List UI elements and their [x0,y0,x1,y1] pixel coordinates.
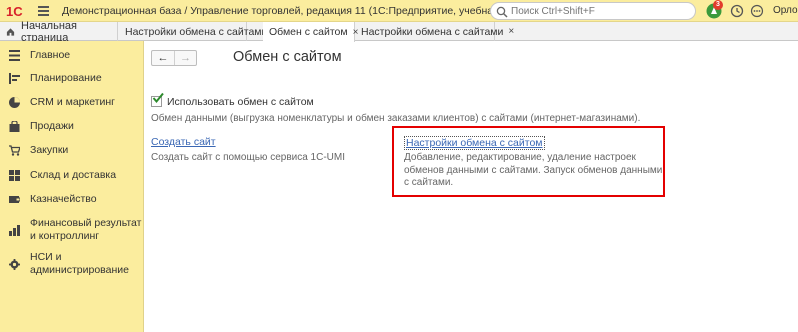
gear-icon [9,259,20,270]
main-menu-icon[interactable] [38,6,49,16]
tab-label: Обмен с сайтом [269,26,348,38]
tabs-bar: Начальная страница Настройки обмена с са… [0,19,798,44]
checkmark-icon [152,92,164,104]
navigation-buttons: ← → [151,50,197,66]
more-menu-icon[interactable] [750,4,764,18]
tab-site-exchange[interactable]: Обмен с сайтом × [263,22,358,42]
search-icon [496,6,508,18]
create-site-link[interactable]: Создать сайт [151,136,216,148]
tab-label: Настройки обмена с сайтами [361,25,504,38]
tab-exchange-settings-2[interactable]: Настройки обмена с сайтами × [355,22,514,41]
notification-count-badge: 3 [713,0,723,10]
page-title: Обмен с сайтом [233,49,342,65]
use-exchange-label[interactable]: Использовать обмен с сайтом [167,96,314,108]
search-input[interactable] [511,4,691,18]
global-search[interactable] [490,2,696,20]
home-icon [6,27,15,36]
sections-panel: Главное Планирование CRM и маркетинг Про… [0,41,144,332]
warehouse-icon [9,170,20,181]
tab-home[interactable]: Начальная страница [0,19,118,44]
history-icon[interactable] [730,4,744,18]
back-button[interactable]: ← [152,51,174,65]
app-title: Демонстрационная база / Управление торго… [62,5,540,17]
svg-text:1С: 1С [6,4,23,19]
user-name[interactable]: Орлов [773,5,798,16]
use-exchange-description: Обмен данными (выгрузка номенклатуры и о… [151,113,641,124]
forward-button[interactable]: → [173,51,196,65]
cart-icon [9,145,20,156]
planning-icon [9,73,20,84]
create-site-description: Создать сайт с помощью сервиса 1С-UMI [151,152,345,163]
tab-exchange-settings-1[interactable]: Настройки обмена с сайтами × [119,22,278,41]
close-icon[interactable]: × [508,26,514,37]
1c-logo-icon: 1С [6,4,23,19]
bar-chart-icon [9,225,20,236]
bag-icon [9,121,20,132]
title-bar: 1С Демонстрационная база / Управление то… [0,0,798,22]
tab-label: Настройки обмена с сайтами [125,25,268,38]
list-icon [9,50,20,61]
treasury-icon [9,196,20,203]
tab-home-label: Начальная страница [21,19,77,44]
pie-chart-icon [9,97,20,108]
highlight-frame [392,126,665,197]
